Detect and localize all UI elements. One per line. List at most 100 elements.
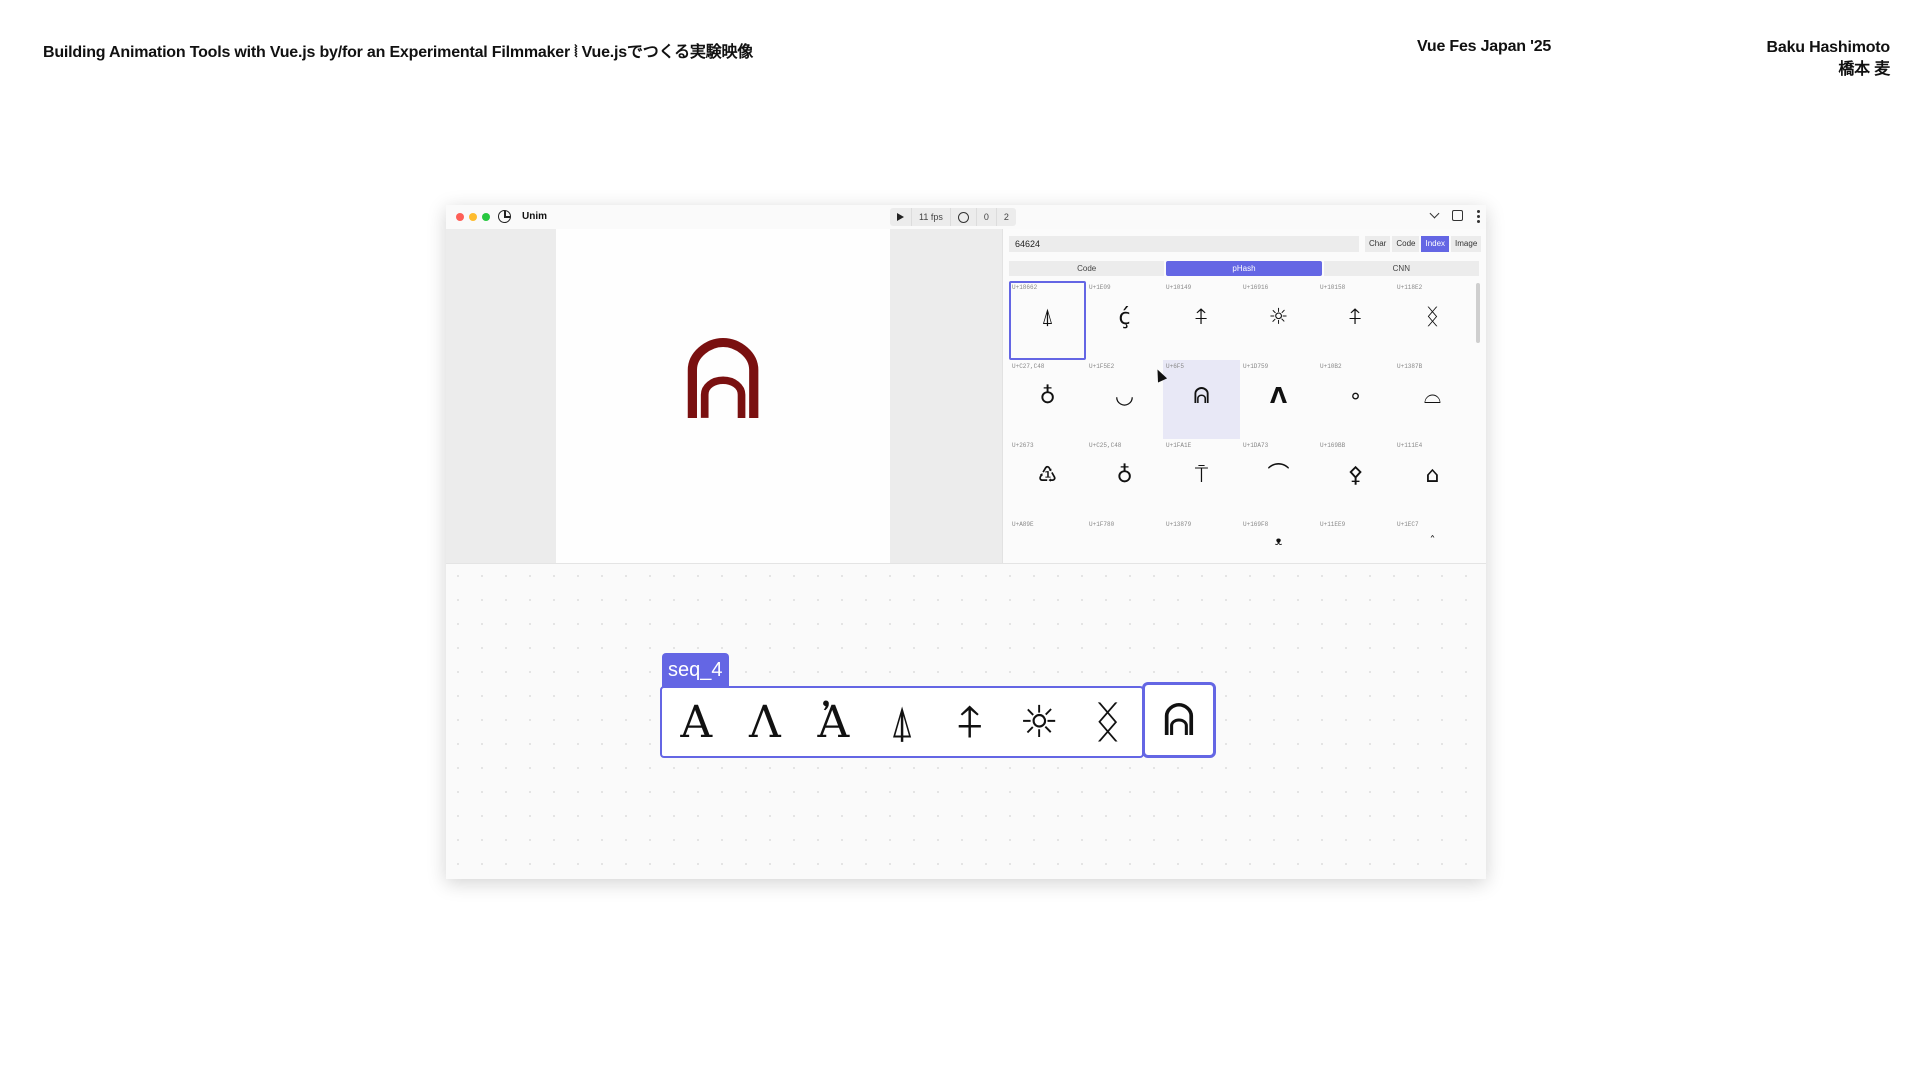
glyph-cell[interactable]: U+1EC7 ˆ [1394, 518, 1471, 558]
glyph-sample: ⌒ [1267, 463, 1290, 488]
zoom-window-button[interactable] [482, 213, 490, 221]
glyph-sample: ᴥ [1274, 534, 1283, 548]
glyph-cell[interactable]: U+16916 ☼ [1240, 281, 1317, 360]
glyph-cell[interactable]: U+1F780 [1086, 518, 1163, 558]
glyph-cell[interactable]: U+10158 ⍏ [1317, 281, 1394, 360]
glyph-cell[interactable]: U+111E4 ⌂ [1394, 439, 1471, 518]
glyph-cell[interactable]: U+10B2 ∘ [1317, 360, 1394, 439]
app-window: Unim 11 fps 0 2 ᕱ CharCodeIndexImage Cod… [446, 205, 1486, 879]
glyph-sample: ⍏ [1348, 305, 1363, 330]
glyph-code: U+1F780 [1089, 521, 1115, 528]
glyph-code: U+10158 [1320, 284, 1346, 291]
glyph-grid: U+18662 ⍋ U+1E09 ḉ U+10149 ⍏ U+16916 ☼ U+10158 ⍏ U… [1009, 281, 1471, 597]
glyph-grid-scrollbar[interactable] [1476, 283, 1480, 343]
glyph-code: U+C27,C48 [1012, 363, 1045, 370]
glyph-code: U+C25,C48 [1089, 442, 1122, 449]
glyph-sample: ⍋ [1040, 305, 1055, 330]
mode-tab-index[interactable]: Index [1421, 236, 1450, 252]
glyph-sample: ⌂ [1425, 463, 1440, 488]
glyph-code: U+11EE9 [1320, 521, 1346, 528]
glyph-sample: ☼ [1268, 305, 1289, 330]
glyph-code: U+1387B [1397, 363, 1423, 370]
glyph-cell[interactable]: U+C27,C48 ♁ [1009, 360, 1086, 439]
sequence-label[interactable]: seq_4 [662, 653, 729, 687]
glyph-cell[interactable]: U+11EE9 [1317, 518, 1394, 558]
glyph-code: U+A89E [1012, 521, 1034, 528]
minimize-window-button[interactable] [469, 213, 477, 221]
glyph-code: U+10149 [1166, 284, 1192, 291]
fullscreen-icon[interactable] [1452, 210, 1463, 221]
sequence-frame[interactable]: ☼ [1005, 688, 1074, 756]
glyph-code: U+1D759 [1243, 363, 1269, 370]
play-button[interactable] [890, 208, 911, 226]
sequence-frame[interactable]: Λ [731, 688, 800, 756]
author-name-ja: 橋本 麦 [1838, 61, 1890, 78]
glyph-code: U+169BB [1320, 442, 1346, 449]
glyph-code: U+16916 [1243, 284, 1269, 291]
glyph-code: U+18662 [1012, 284, 1038, 291]
glyph-cell[interactable]: U+1E09 ḉ [1086, 281, 1163, 360]
glyph-cell[interactable]: U+118E2 ᛝ [1394, 281, 1471, 360]
sequence-frame[interactable]: ᛝ [1073, 688, 1142, 756]
glyph-code: U+118E2 [1397, 284, 1423, 291]
window-actions [1429, 208, 1480, 223]
glyph-cell[interactable]: U+1DA73 ⌒ [1240, 439, 1317, 518]
glyph-sample: ⚴ [1347, 463, 1364, 488]
glyph-cell[interactable]: U+10149 ⍏ [1163, 281, 1240, 360]
glyph-sample: ◡ [1114, 384, 1135, 409]
glyph-sample: ᕱ [1193, 384, 1210, 409]
glyph-cell[interactable]: U+A89E [1009, 518, 1086, 558]
fps-control[interactable]: 11 fps [911, 208, 950, 226]
sequence-frame[interactable]: A [662, 688, 731, 756]
app-logo-icon [498, 210, 511, 223]
glyph-code: U+1DA73 [1243, 442, 1269, 449]
glyph-sample: ♳ [1037, 463, 1058, 488]
author: Baku Hashimoto 橋本 麦 [1767, 37, 1891, 81]
sort-tab-cnn[interactable]: CNN [1323, 261, 1479, 276]
glyph-search-input[interactable] [1009, 236, 1359, 252]
glyph-cell[interactable]: U+13879 [1163, 518, 1240, 558]
glyph-code: U+2673 [1012, 442, 1034, 449]
mode-tab-char[interactable]: Char [1365, 236, 1391, 252]
glyph-cell[interactable]: U+18662 ⍋ [1009, 281, 1086, 360]
glyph-sample: 𝝠 [1269, 384, 1288, 409]
glyph-sample: ⌓ [1423, 384, 1442, 409]
event-name: Vue Fes Japan '25 [1417, 38, 1552, 55]
play-icon [897, 213, 904, 221]
glyph-cell[interactable]: U+1FA1E ⍑ [1163, 439, 1240, 518]
mode-tab-image[interactable]: Image [1451, 236, 1482, 252]
onion-before-count[interactable]: 0 [975, 208, 996, 226]
close-window-button[interactable] [456, 213, 464, 221]
sort-tab-phash[interactable]: pHash [1166, 261, 1322, 276]
glyph-cell[interactable]: U+1F5E2 ◡ [1086, 360, 1163, 439]
current-frame[interactable]: ᕱ [1142, 682, 1216, 758]
sequence-frame[interactable]: ⍋ [868, 688, 937, 756]
timeline-area: seq_4 A Λ Ἀ ⍋ ⍏ ☼ ᛝ ᕱ [446, 563, 1486, 879]
search-mode-tabs: Char Code Index Image [1365, 236, 1482, 252]
glyph-cell[interactable]: U+169F8 ᴥ [1240, 518, 1317, 558]
chevron-down-icon[interactable] [1429, 208, 1440, 219]
onion-skin-toggle[interactable] [949, 208, 976, 226]
mode-tab-code[interactable]: Code [1392, 236, 1420, 252]
sequence-frame[interactable]: ⍏ [936, 688, 1005, 756]
app-name: Unim [522, 211, 547, 222]
more-icon[interactable] [1477, 210, 1480, 223]
onion-after-count[interactable]: 2 [995, 208, 1016, 226]
sort-tab-code[interactable]: Code [1009, 261, 1165, 276]
glyph-cell[interactable]: U+6F5 ᕱ [1163, 360, 1240, 439]
sort-mode-tabs: Code pHash CNN [1009, 261, 1479, 276]
glyph-code: U+6F5 [1166, 363, 1185, 370]
glyph-cell[interactable]: U+1D759 𝝠 [1240, 360, 1317, 439]
glyph-picker-panel: CharCodeIndexImage CodepHashCNN U+18662⍋… [1002, 229, 1486, 563]
canvas[interactable]: ᕱ [556, 229, 890, 563]
glyph-cell[interactable]: U+C25,C48 ♁ [1086, 439, 1163, 518]
title-bar: Unim 11 fps 0 2 [446, 205, 1486, 229]
glyph-cell[interactable]: U+2673 ♳ [1009, 439, 1086, 518]
glyph-cell[interactable]: U+1387B ⌓ [1394, 360, 1471, 439]
transport-controls: 11 fps 0 2 [890, 208, 1016, 226]
glyph-code: U+111E4 [1397, 442, 1423, 449]
sequence-frame[interactable]: Ἀ [799, 688, 868, 756]
onion-skin-icon [957, 211, 969, 223]
glyph-sample: ♁ [1039, 384, 1056, 409]
glyph-cell[interactable]: U+169BB ⚴ [1317, 439, 1394, 518]
